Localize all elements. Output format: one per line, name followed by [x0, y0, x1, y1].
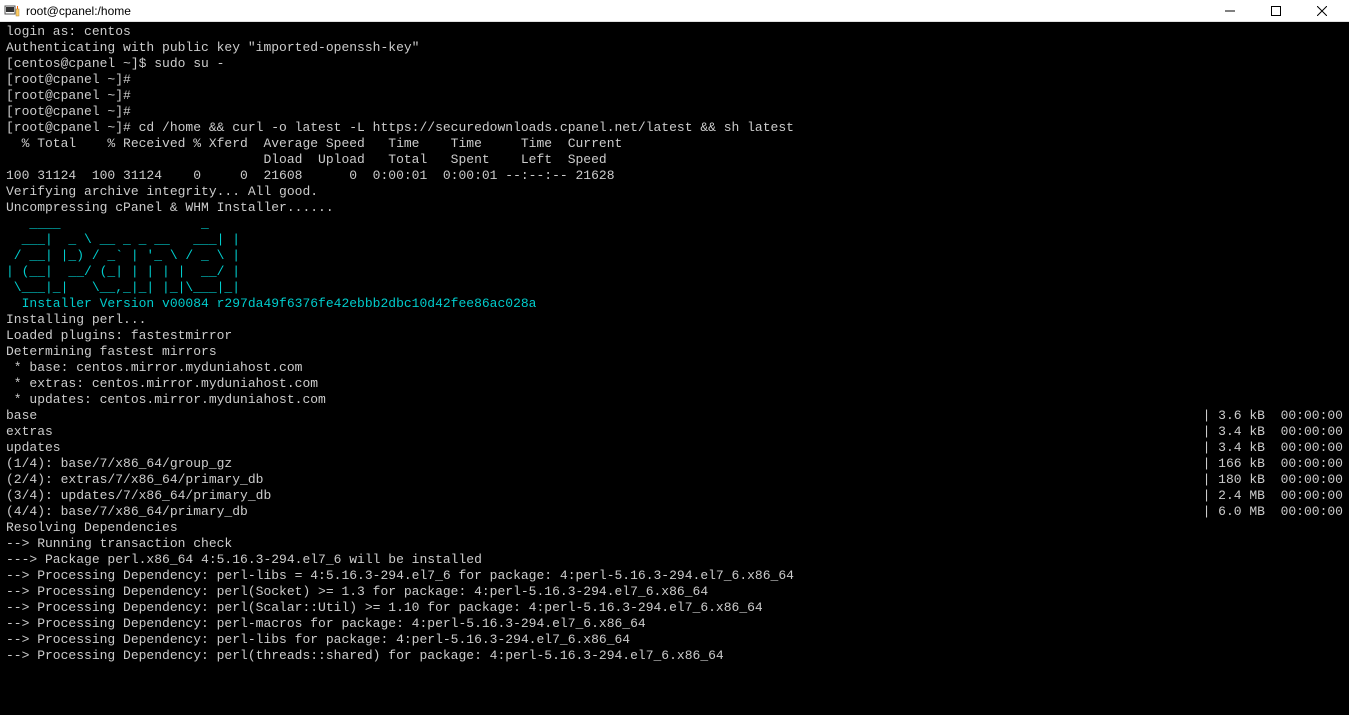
terminal-line: --> Running transaction check	[6, 536, 1343, 552]
terminal-line: base| 3.6 kB 00:00:00	[6, 408, 1343, 424]
terminal-line: --> Processing Dependency: perl-libs = 4…	[6, 568, 1343, 584]
terminal-line: --> Processing Dependency: perl-macros f…	[6, 616, 1343, 632]
terminal-line: (2/4): extras/7/x86_64/primary_db| 180 k…	[6, 472, 1343, 488]
terminal-line: Dload Upload Total Spent Left Speed	[6, 152, 1343, 168]
terminal-line: | (__| __/ (_| | | | | __/ |	[6, 264, 1343, 280]
terminal-line: --> Processing Dependency: perl-libs for…	[6, 632, 1343, 648]
terminal-line: ____ _	[6, 216, 1343, 232]
terminal-line: * base: centos.mirror.myduniahost.com	[6, 360, 1343, 376]
terminal-line: Installing perl...	[6, 312, 1343, 328]
terminal-line: (4/4): base/7/x86_64/primary_db| 6.0 MB …	[6, 504, 1343, 520]
terminal-line: Uncompressing cPanel & WHM Installer....…	[6, 200, 1343, 216]
terminal-line: [root@cpanel ~]#	[6, 104, 1343, 120]
terminal-line: (1/4): base/7/x86_64/group_gz| 166 kB 00…	[6, 456, 1343, 472]
terminal-line: % Total % Received % Xferd Average Speed…	[6, 136, 1343, 152]
maximize-button[interactable]	[1253, 0, 1299, 22]
putty-icon	[4, 3, 20, 19]
terminal-line: extras| 3.4 kB 00:00:00	[6, 424, 1343, 440]
terminal-line: --> Processing Dependency: perl(Scalar::…	[6, 600, 1343, 616]
terminal-line: \___|_| \__,_|_| |_|\___|_|	[6, 280, 1343, 296]
terminal-line: (3/4): updates/7/x86_64/primary_db| 2.4 …	[6, 488, 1343, 504]
terminal-line: ___| _ \ __ _ _ __ ___| |	[6, 232, 1343, 248]
terminal-line: [centos@cpanel ~]$ sudo su -	[6, 56, 1343, 72]
terminal-line: Loaded plugins: fastestmirror	[6, 328, 1343, 344]
window-titlebar[interactable]: root@cpanel:/home	[0, 0, 1349, 22]
window-title: root@cpanel:/home	[26, 4, 1207, 18]
terminal-line: ---> Package perl.x86_64 4:5.16.3-294.el…	[6, 552, 1343, 568]
terminal-line: --> Processing Dependency: perl(Socket) …	[6, 584, 1343, 600]
terminal-line: --> Processing Dependency: perl(threads:…	[6, 648, 1343, 664]
terminal-line: Resolving Dependencies	[6, 520, 1343, 536]
terminal-line: Verifying archive integrity... All good.	[6, 184, 1343, 200]
terminal-line: 100 31124 100 31124 0 0 21608 0 0:00:01 …	[6, 168, 1343, 184]
terminal-line: Installer Version v00084 r297da49f6376fe…	[6, 296, 1343, 312]
terminal-line: / __| |_) / _` | '_ \ / _ \ |	[6, 248, 1343, 264]
terminal-line: Determining fastest mirrors	[6, 344, 1343, 360]
close-button[interactable]	[1299, 0, 1345, 22]
window-controls	[1207, 0, 1345, 22]
terminal-line: Authenticating with public key "imported…	[6, 40, 1343, 56]
terminal-line: updates| 3.4 kB 00:00:00	[6, 440, 1343, 456]
terminal-line: [root@cpanel ~]#	[6, 88, 1343, 104]
terminal-line: [root@cpanel ~]#	[6, 72, 1343, 88]
terminal-line: [root@cpanel ~]# cd /home && curl -o lat…	[6, 120, 1343, 136]
terminal-output[interactable]: login as: centosAuthenticating with publ…	[0, 22, 1349, 715]
minimize-button[interactable]	[1207, 0, 1253, 22]
terminal-line: * updates: centos.mirror.myduniahost.com	[6, 392, 1343, 408]
terminal-line: login as: centos	[6, 24, 1343, 40]
terminal-line: * extras: centos.mirror.myduniahost.com	[6, 376, 1343, 392]
